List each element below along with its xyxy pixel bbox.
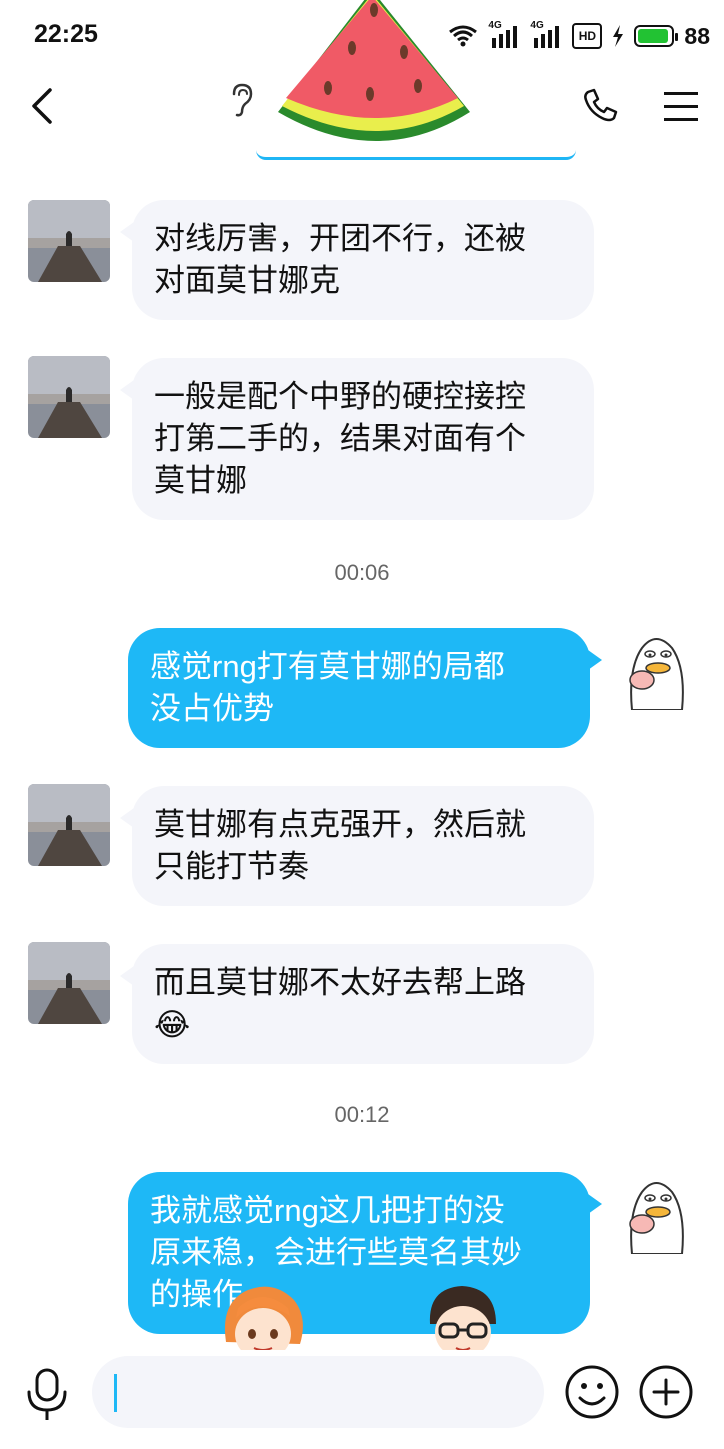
message-input[interactable]	[92, 1356, 544, 1428]
message-line: 😂	[154, 1007, 191, 1042]
contact-avatar[interactable]	[28, 784, 110, 866]
message-line: 打第二手的，结果对面有个	[154, 421, 526, 456]
incoming-message-bubble[interactable]: 一般是配个中野的硬控接控 打第二手的，结果对面有个 莫甘娜	[120, 358, 594, 520]
contact-avatar[interactable]	[28, 200, 110, 282]
message-line: 感觉rng打有莫甘娜的局都	[150, 649, 505, 684]
message-line: 对面莫甘娜克	[154, 263, 340, 298]
message-input-bar	[0, 1352, 724, 1449]
phone-icon[interactable]	[580, 86, 620, 126]
message-line: 只能打节奏	[154, 849, 309, 884]
incoming-message-bubble[interactable]: 对线厉害，开团不行，还被 对面莫甘娜克	[120, 200, 594, 320]
outgoing-message-bubble[interactable]: 我就感觉rng这几把打的没 原来稳，会进行些莫名其妙 的操作	[128, 1172, 602, 1334]
ear-icon[interactable]	[226, 82, 256, 118]
incoming-message-bubble[interactable]: 而且莫甘娜不太好去帮上路 😂	[120, 944, 594, 1064]
message-timestamp: 00:06	[334, 560, 390, 585]
incoming-message-bubble[interactable]: 莫甘娜有点克强开，然后就 只能打节奏	[120, 786, 594, 906]
message-line: 而且莫甘娜不太好去帮上路	[154, 965, 526, 1000]
message-line: 对线厉害，开团不行，还被	[154, 221, 526, 256]
message-line: 莫甘娜	[154, 463, 247, 498]
battery-level: 88	[684, 22, 710, 49]
self-avatar[interactable]	[620, 628, 694, 710]
hd-icon: HD	[572, 23, 603, 49]
message-timestamp: 00:12	[334, 1102, 390, 1127]
contact-avatar[interactable]	[28, 356, 110, 438]
signal-icon-1: 4G	[488, 20, 520, 50]
battery-icon	[634, 25, 679, 47]
message-line: 没占优势	[150, 691, 274, 726]
contact-avatar[interactable]	[28, 942, 110, 1024]
status-icons: 4G 4G HD 88	[448, 18, 710, 54]
outgoing-message-bubble[interactable]: 感觉rng打有莫甘娜的局都 没占优势	[128, 628, 602, 748]
self-avatar[interactable]	[620, 1172, 694, 1254]
back-chevron-icon[interactable]	[24, 84, 64, 128]
signal-icon-2: 4G	[530, 20, 562, 50]
previous-bubble-edge	[256, 150, 576, 160]
status-time: 22:25	[34, 20, 98, 48]
microphone-icon[interactable]	[24, 1366, 70, 1422]
message-line: 莫甘娜有点克强开，然后就	[154, 807, 526, 842]
message-line: 一般是配个中野的硬控接控	[154, 379, 526, 414]
watermelon-sticker	[278, 0, 470, 141]
cartoon-girl-sticker	[222, 1286, 304, 1362]
charging-icon	[613, 25, 624, 47]
hd-label: HD	[578, 29, 597, 43]
text-cursor	[114, 1374, 117, 1412]
plus-icon[interactable]	[638, 1364, 694, 1420]
cartoon-boy-sticker	[422, 1286, 504, 1360]
message-line: 我就感觉rng这几把打的没	[150, 1193, 505, 1228]
emoji-icon[interactable]	[564, 1364, 620, 1420]
menu-icon[interactable]	[662, 88, 700, 124]
message-line: 原来稳，会进行些莫名其妙	[150, 1235, 522, 1270]
